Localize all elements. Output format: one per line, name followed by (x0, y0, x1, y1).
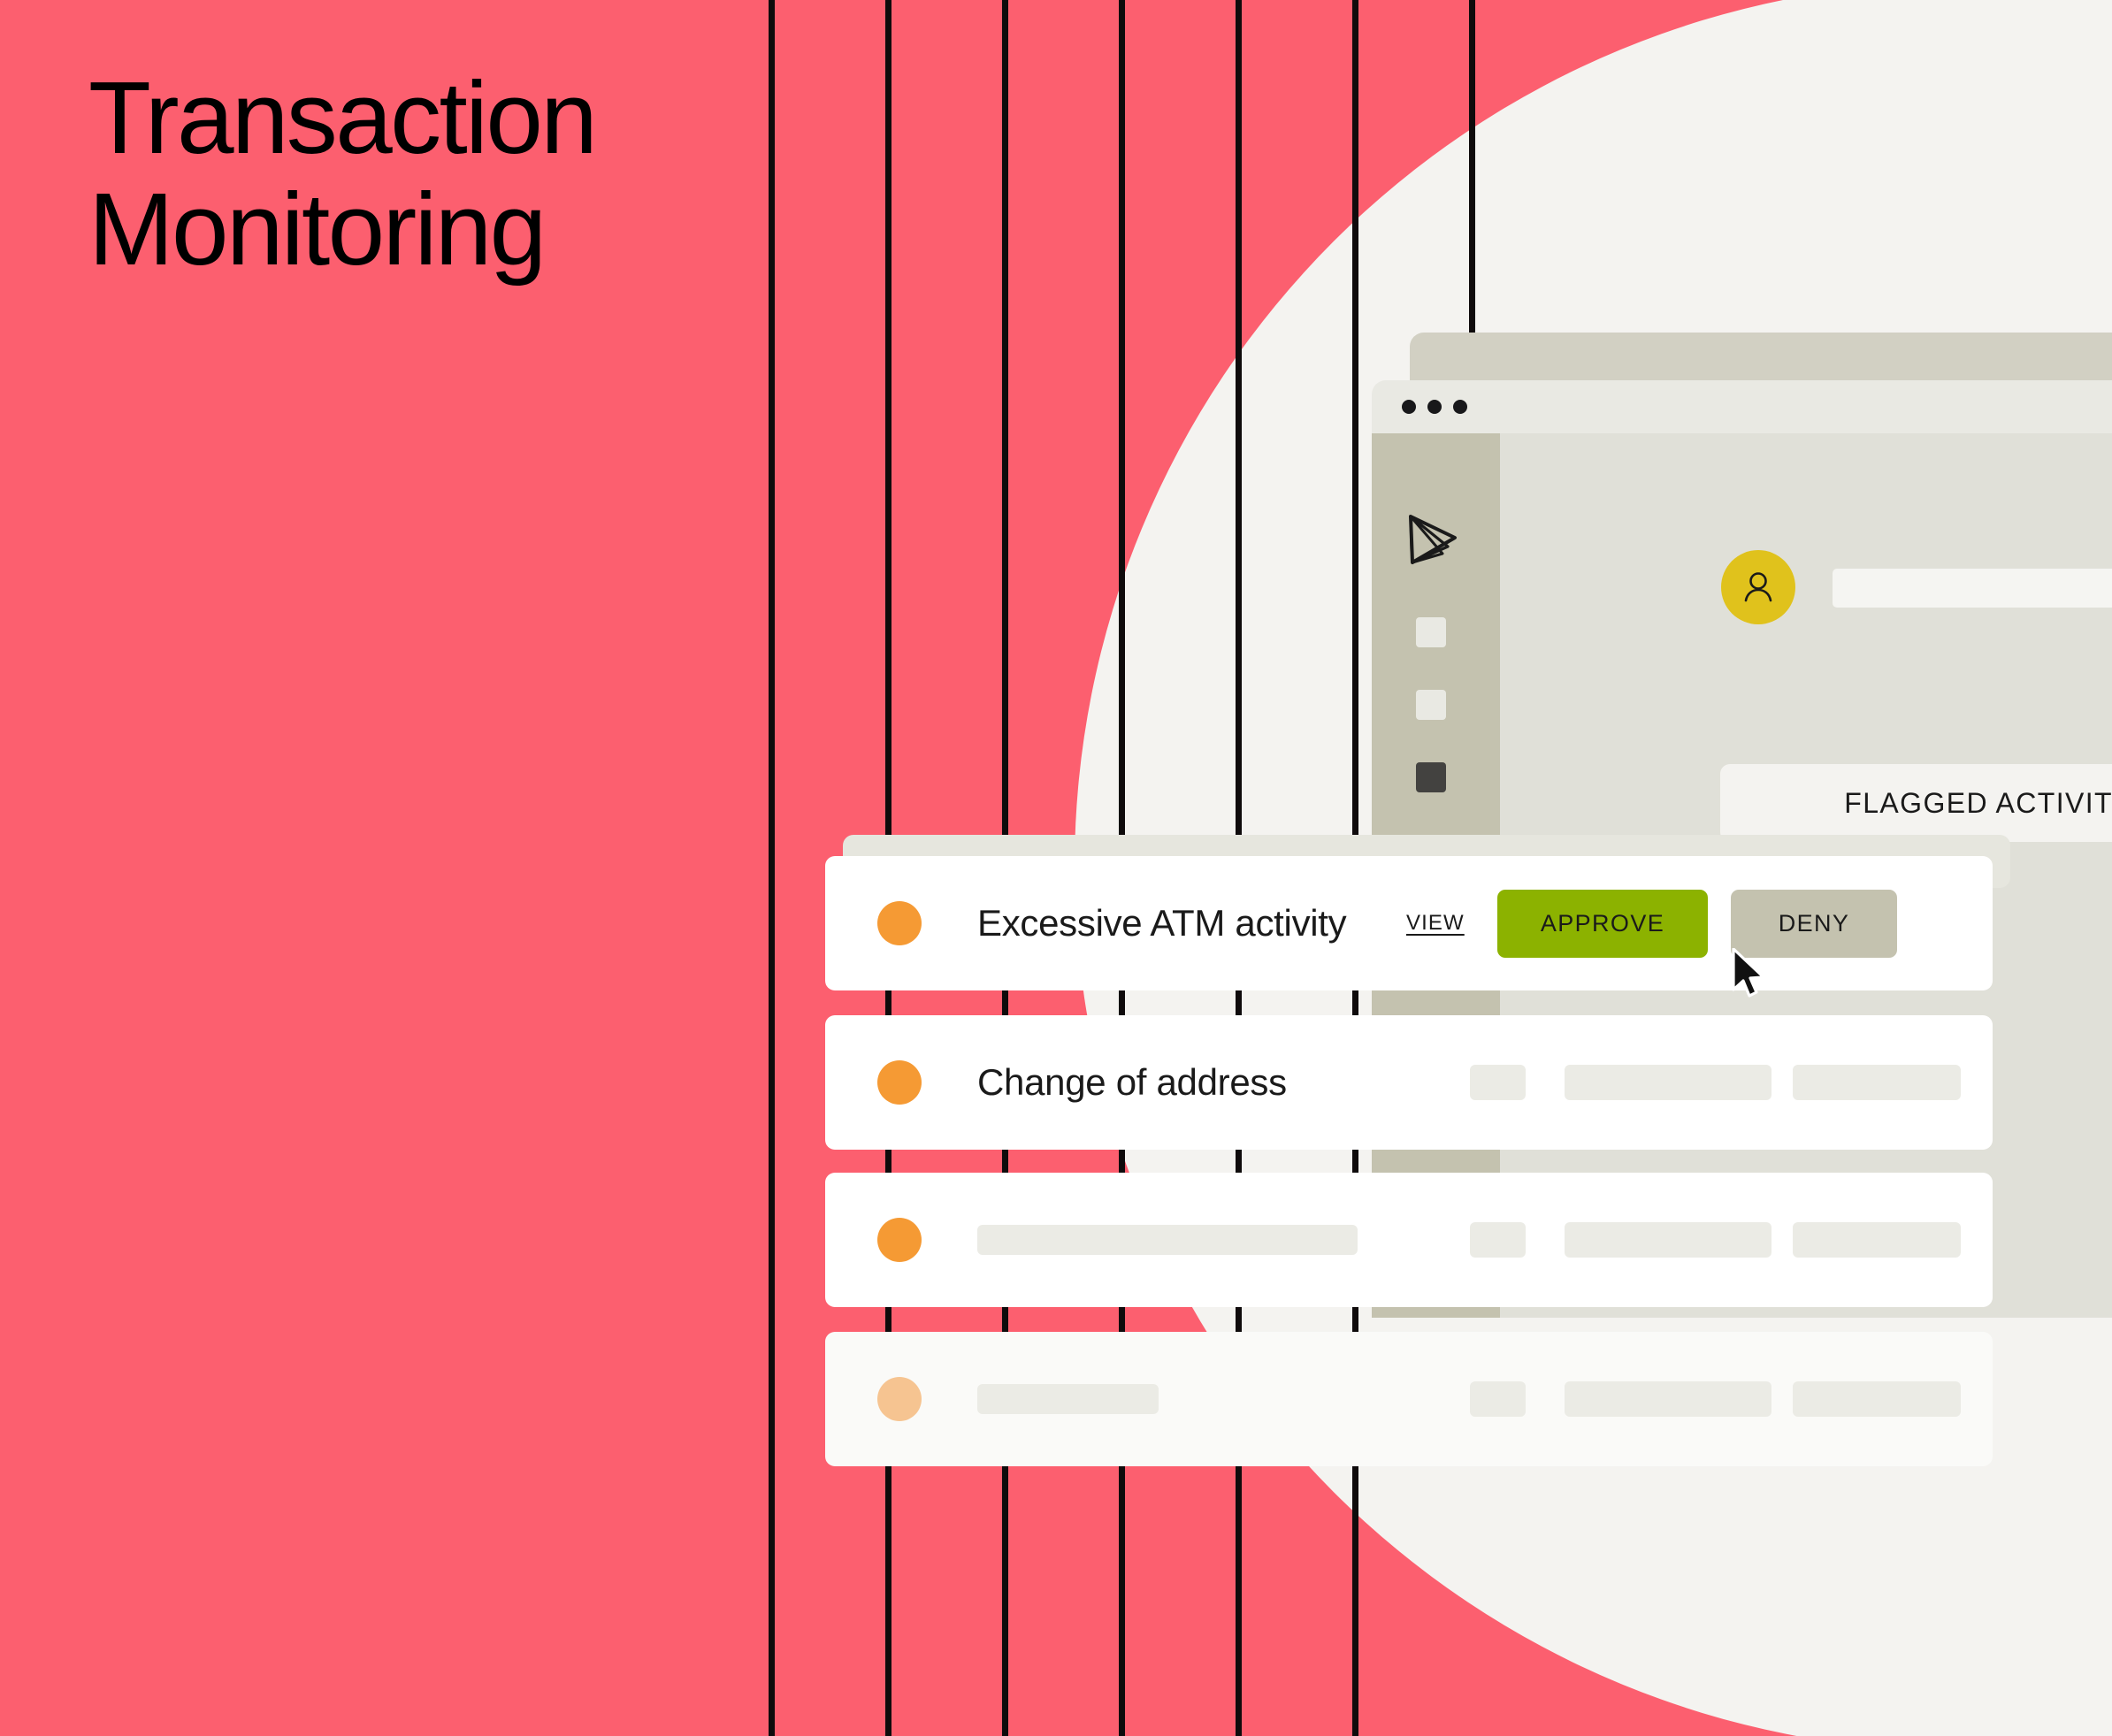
deny-button[interactable]: DENY (1731, 889, 1897, 958)
sidebar-nav-item-2[interactable] (1416, 690, 1446, 720)
placeholder-bar-medium (1565, 1381, 1771, 1417)
placeholder-bar-medium (1793, 1065, 1961, 1100)
window-minimize-icon[interactable] (1427, 400, 1442, 414)
page-title-line-1: Transaction (88, 60, 598, 175)
status-badge (877, 1377, 922, 1421)
traffic-lights (1402, 400, 1467, 414)
window-titlebar (1372, 380, 2112, 433)
placeholder-bar-small (1470, 1065, 1526, 1100)
placeholder-bar-small (1470, 1381, 1526, 1417)
sidebar-nav-item-3-active[interactable] (1416, 762, 1446, 792)
user-avatar-icon (1721, 550, 1795, 624)
screenshot-canvas: Transaction Monitoring FLAGGED ACTIVITY … (0, 0, 2112, 1736)
window-maximize-icon[interactable] (1453, 400, 1467, 414)
status-badge (877, 1060, 922, 1105)
alert-label: Excessive ATM activity (977, 902, 1347, 944)
flagged-activity-button[interactable]: FLAGGED ACTIVITY (1720, 764, 2112, 842)
user-name-field[interactable] (1833, 569, 2112, 608)
page-title: Transaction Monitoring (88, 60, 598, 287)
vertical-rule (769, 0, 775, 1736)
prism-play-logo-icon (1404, 511, 1462, 570)
status-badge (877, 1218, 922, 1262)
table-row[interactable] (825, 1332, 1993, 1466)
view-link[interactable]: VIEW (1406, 911, 1465, 936)
placeholder-bar-title (977, 1384, 1159, 1414)
placeholder-bar-medium (1565, 1065, 1771, 1100)
approve-button[interactable]: APPROVE (1497, 889, 1708, 958)
window-close-icon[interactable] (1402, 400, 1416, 414)
placeholder-bar-medium (1565, 1222, 1771, 1258)
table-row[interactable] (825, 1173, 1993, 1307)
page-title-line-2: Monitoring (88, 172, 547, 287)
table-row[interactable]: Excessive ATM activity VIEW APPROVE DENY (825, 856, 1993, 990)
placeholder-bar-medium (1793, 1222, 1961, 1258)
alert-label: Change of address (977, 1061, 1287, 1103)
status-badge (877, 901, 922, 945)
table-row[interactable]: Change of address (825, 1015, 1993, 1150)
sidebar-nav-item-1[interactable] (1416, 617, 1446, 647)
placeholder-bar-medium (1793, 1381, 1961, 1417)
placeholder-bar-small (1470, 1222, 1526, 1258)
placeholder-bar-title (977, 1225, 1358, 1255)
